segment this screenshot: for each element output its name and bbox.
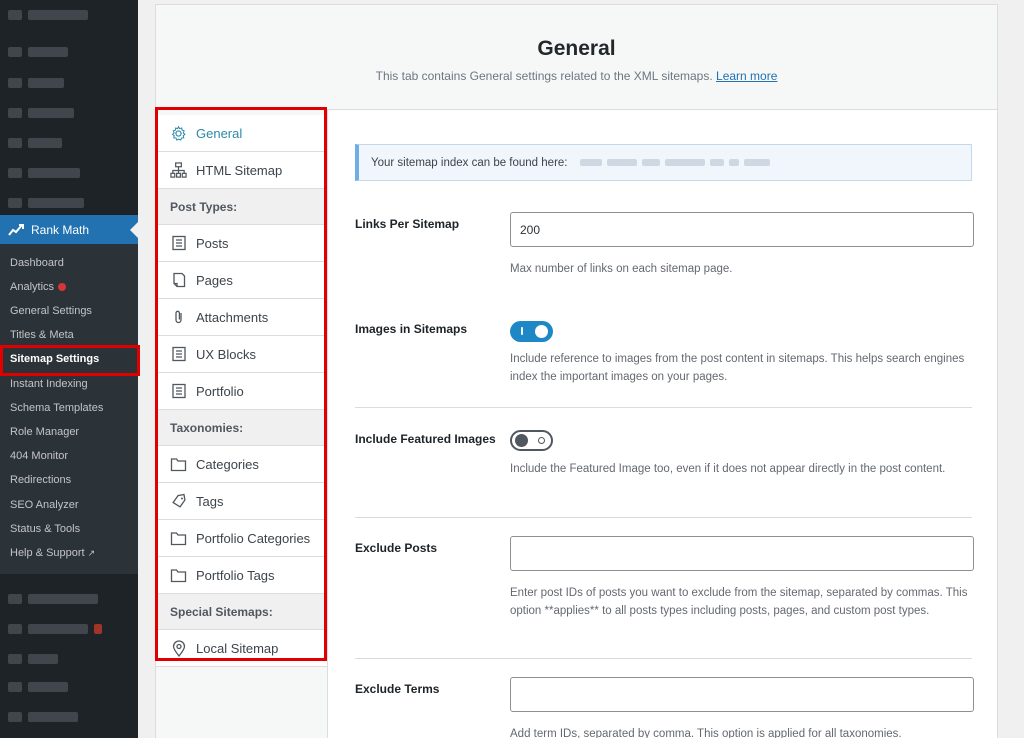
submenu-analytics-label: Analytics xyxy=(10,281,55,293)
exclude-terms-input[interactable] xyxy=(510,677,974,712)
submenu-seo-analyzer[interactable]: SEO Analyzer xyxy=(10,499,78,511)
blurred-sitemap-url[interactable] xyxy=(579,159,770,166)
notice-text: Your sitemap index can be found here: xyxy=(371,156,568,169)
exclude-terms-desc: Add term IDs, separated by comma. This o… xyxy=(510,728,902,738)
toggle-knob xyxy=(515,434,528,447)
toggle-on-mark xyxy=(521,327,523,335)
submenu-help-support[interactable]: Help & Support ↗ xyxy=(10,547,95,559)
divider xyxy=(355,517,972,518)
submenu-schema-templates[interactable]: Schema Templates xyxy=(10,402,103,414)
settings-content: Your sitemap index can be found here: Li… xyxy=(329,110,997,738)
toggle-off-mark xyxy=(538,437,545,444)
rank-math-menu-item[interactable]: Rank Math xyxy=(0,215,138,244)
blurred-menu-item[interactable] xyxy=(8,136,62,150)
include-featured-images-desc: Include the Featured Image too, even if … xyxy=(510,463,946,475)
blurred-menu-item[interactable] xyxy=(8,710,78,724)
submenu-instant-indexing[interactable]: Instant Indexing xyxy=(10,378,88,390)
page-description-text: This tab contains General settings relat… xyxy=(375,69,713,83)
external-link-icon: ↗ xyxy=(87,548,96,558)
submenu-general-settings[interactable]: General Settings xyxy=(10,305,92,317)
submenu-analytics[interactable]: Analytics xyxy=(10,281,67,293)
submenu-titles-meta[interactable]: Titles & Meta xyxy=(10,329,74,341)
learn-more-link[interactable]: Learn more xyxy=(716,69,777,83)
panel-header: General This tab contains General settin… xyxy=(156,5,997,110)
current-menu-arrow xyxy=(130,222,138,238)
blurred-menu-item[interactable] xyxy=(8,76,64,90)
blurred-menu-item[interactable] xyxy=(8,8,88,22)
divider xyxy=(355,658,972,659)
rank-math-label: Rank Math xyxy=(31,222,90,237)
blurred-menu-item[interactable] xyxy=(8,45,68,59)
sitemap-index-notice: Your sitemap index can be found here: xyxy=(355,144,972,181)
exclude-posts-label: Exclude Posts xyxy=(355,541,438,555)
images-in-sitemaps-toggle[interactable] xyxy=(510,321,553,342)
submenu-role-manager[interactable]: Role Manager xyxy=(10,426,79,438)
page-title: General xyxy=(537,37,616,60)
blurred-menu-item[interactable] xyxy=(8,680,68,694)
blurred-menu-item[interactable] xyxy=(8,196,84,210)
exclude-posts-desc: Enter post IDs of posts you want to excl… xyxy=(510,587,968,617)
images-in-sitemaps-desc: Include reference to images from the pos… xyxy=(510,353,965,383)
divider xyxy=(355,407,972,408)
links-per-sitemap-label: Links Per Sitemap xyxy=(355,217,460,231)
highlight-box-sitemap-settings xyxy=(0,345,140,376)
include-featured-images-toggle[interactable] xyxy=(510,430,553,451)
blurred-menu-item[interactable] xyxy=(8,652,58,666)
links-per-sitemap-desc: Max number of links on each sitemap page… xyxy=(510,263,733,275)
highlight-box-tabs xyxy=(155,107,327,661)
submenu-404-monitor[interactable]: 404 Monitor xyxy=(10,450,68,462)
page-description: This tab contains General settings relat… xyxy=(156,69,997,83)
notification-dot xyxy=(58,283,67,292)
toggle-knob xyxy=(535,325,548,338)
submenu-dashboard[interactable]: Dashboard xyxy=(10,257,64,269)
blurred-menu-item[interactable] xyxy=(8,622,102,636)
exclude-terms-label: Exclude Terms xyxy=(355,682,440,696)
images-in-sitemaps-label: Images in Sitemaps xyxy=(355,322,468,336)
rank-math-icon xyxy=(8,223,24,236)
exclude-posts-input[interactable] xyxy=(510,536,974,571)
rank-math-submenu: Dashboard Analytics General Settings Tit… xyxy=(0,244,138,574)
links-per-sitemap-input[interactable] xyxy=(510,212,974,247)
blurred-menu-item[interactable] xyxy=(8,106,74,120)
blurred-menu-item[interactable] xyxy=(8,166,80,180)
submenu-status-tools[interactable]: Status & Tools xyxy=(10,523,80,535)
submenu-help-support-label: Help & Support xyxy=(10,547,85,559)
blurred-menu-item[interactable] xyxy=(8,592,98,606)
submenu-redirections[interactable]: Redirections xyxy=(10,474,71,486)
include-featured-images-label: Include Featured Images xyxy=(355,432,496,446)
